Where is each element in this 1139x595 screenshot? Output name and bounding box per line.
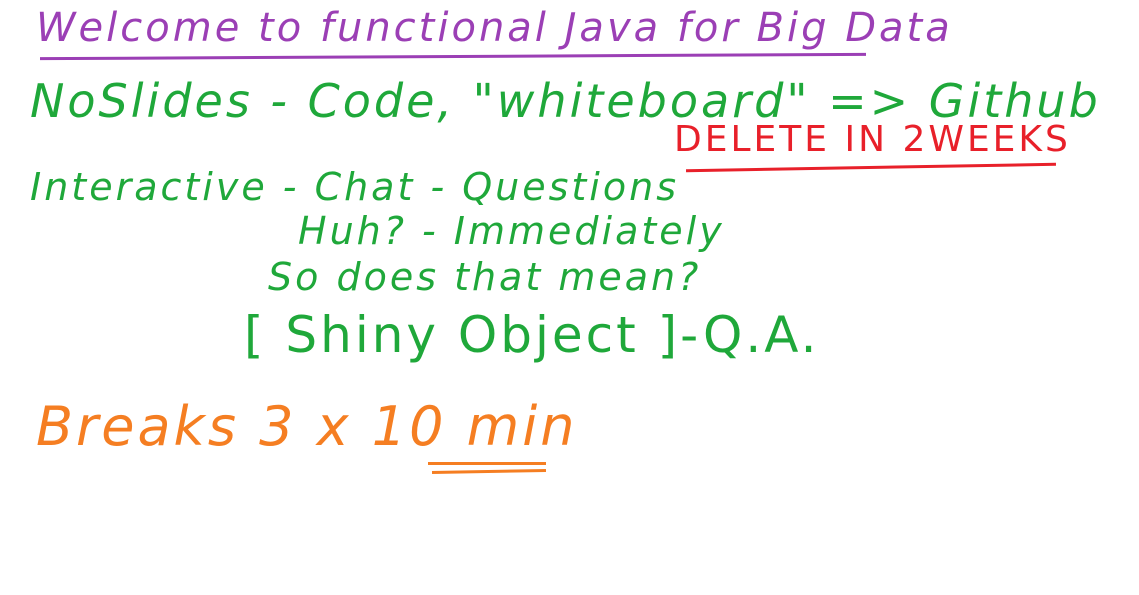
delete-underline [686, 162, 1056, 173]
whiteboard-canvas: Welcome to functional Java for Big Data … [0, 0, 1139, 595]
breaks-underline-second [431, 469, 547, 474]
so-does-line: So does that mean? [268, 255, 702, 299]
shiny-object-line: [ Shiny Object ]-Q.A. [244, 306, 820, 364]
title-text: Welcome to functional Java for Big Data [36, 5, 953, 51]
title-underline [39, 52, 867, 61]
interactive-line: Interactive - Chat - Questions [30, 165, 679, 209]
breaks-underline [428, 462, 546, 465]
no-slides-line: NoSlides - Code, "whiteboard" => Github [30, 74, 1101, 128]
huh-line: Huh? - Immediately [298, 209, 725, 253]
delete-note: DELETE IN 2WEEKS [674, 119, 1071, 160]
breaks-line: Breaks 3 x 10 min [36, 395, 578, 458]
